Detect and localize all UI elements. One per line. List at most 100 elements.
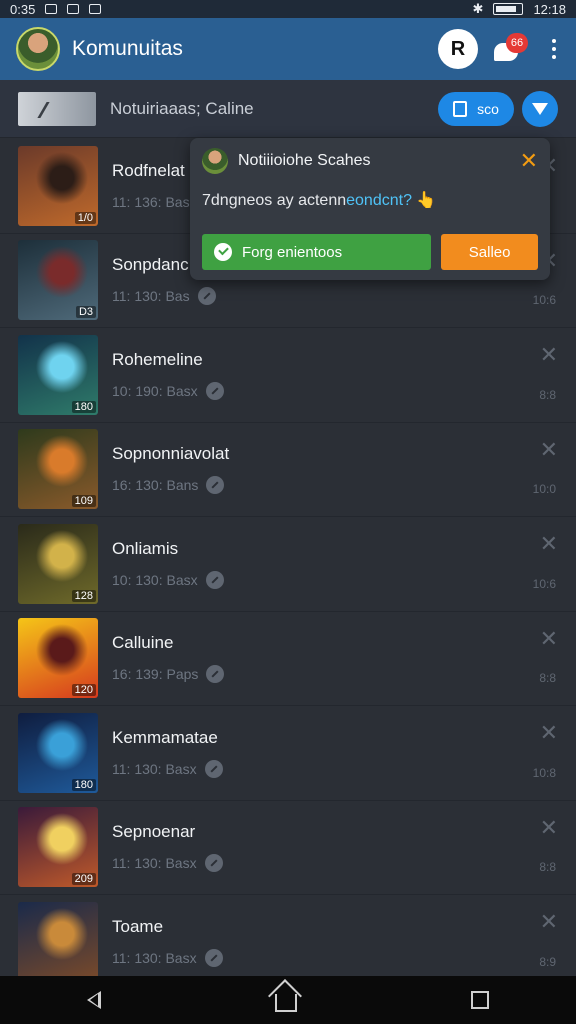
recent-apps-icon[interactable]: [471, 991, 489, 1009]
item-meta-text: 11: 130: Bas: [112, 288, 190, 305]
link-icon: [205, 570, 224, 589]
game-thumbnail: 120: [18, 618, 98, 699]
filter-button[interactable]: [522, 90, 558, 127]
popup-header: Notiiioiohe Scahes ✕: [202, 148, 538, 174]
notification-popup: Notiiioiohe Scahes ✕ 7dngneos ay actenne…: [190, 138, 550, 280]
link-icon: [197, 287, 216, 306]
item-text: Kemmamatae 11: 130: Basx: [112, 728, 576, 778]
thumbnail-badge: 180: [71, 400, 96, 413]
item-time: 10:8: [532, 765, 556, 780]
game-thumbnail: 109: [18, 429, 98, 510]
game-thumbnail: 209: [18, 807, 98, 888]
item-name: Kemmamatae: [112, 727, 218, 747]
list-item[interactable]: 120 Calluine 16: 139: Paps ✕ 8:8: [0, 612, 576, 706]
check-icon: [214, 243, 232, 261]
item-meta: 11: 130: Bas: [112, 287, 576, 306]
dismiss-icon[interactable]: ✕: [540, 344, 558, 366]
document-icon: [453, 100, 468, 117]
item-meta-text: 16: 139: Paps: [112, 666, 199, 683]
popup-message-suffix: 👆: [411, 192, 437, 209]
item-text: Calluine 16: 139: Paps: [112, 633, 576, 684]
link-icon: [206, 665, 225, 684]
popup-message-highlight[interactable]: eondcnt?: [346, 192, 412, 209]
item-name: Onliamis: [112, 538, 179, 558]
navigation-bar: [0, 976, 576, 1024]
link-icon: [204, 854, 223, 873]
list-item[interactable]: 180 Rohemeline 10: 190: Basx ✕ 8:8: [0, 328, 576, 423]
calendar-icon: [67, 4, 80, 14]
item-meta: 10: 130: Basx: [112, 570, 576, 589]
chat-button[interactable]: 66: [494, 33, 528, 65]
image-icon: [89, 4, 102, 14]
item-time: 10:6: [532, 293, 556, 307]
list-item[interactable]: 128 Onliamis 10: 130: Basx ✕ 10:6: [0, 517, 576, 612]
item-time: 8:8: [539, 671, 556, 685]
item-meta: 16: 139: Paps: [112, 665, 576, 684]
item-meta: 10: 190: Basx: [112, 381, 576, 400]
sub-header-title: Notuiriaaas; Caline: [110, 98, 254, 118]
item-meta-text: 16: 130: Bans: [112, 477, 199, 494]
item-text: Toame 11: 130: Basx: [112, 917, 576, 967]
popup-message: 7dngneos ay actenneondcnt? 👆: [202, 190, 538, 210]
status-right: ✱ 12:18: [473, 1, 566, 17]
page-title: Komunuitas: [72, 37, 183, 60]
thumbnail-badge: 120: [71, 684, 96, 697]
avatar[interactable]: [16, 27, 60, 71]
item-meta-text: 10: 130: Basx: [112, 571, 198, 588]
list-item[interactable]: 209 Sepnoenar 11: 130: Basx ✕ 8:8: [0, 801, 576, 895]
item-name: Rohemeline: [112, 349, 203, 369]
sub-header: Notuiriaaas; Caline sco: [0, 80, 576, 138]
back-icon[interactable]: [87, 991, 101, 1009]
item-name: Toame: [112, 916, 164, 936]
dismiss-icon[interactable]: ✕: [540, 722, 558, 744]
game-thumbnail: 180: [18, 712, 98, 793]
game-thumbnail: 180: [18, 334, 98, 415]
item-text: Rohemeline 10: 190: Basx: [112, 350, 576, 400]
battery-icon: [493, 3, 524, 15]
dismiss-icon[interactable]: ✕: [540, 627, 558, 650]
secondary-action-button[interactable]: Salleo: [441, 234, 538, 270]
game-thumbnail: [18, 901, 98, 982]
item-time: 8:8: [539, 387, 556, 402]
sub-header-button[interactable]: sco: [438, 91, 514, 126]
list-item[interactable]: 180 Kemmamatae 11: 130: Basx ✕ 10:8: [0, 706, 576, 801]
status-time-left: 0:35: [10, 1, 36, 17]
thumbnail-badge: 1/0: [74, 211, 96, 224]
item-meta-text: 11: 136: Bas: [112, 193, 190, 210]
popup-message-prefix: 7dngneos ay actenn: [202, 192, 347, 209]
close-icon[interactable]: ✕: [520, 148, 538, 174]
dismiss-icon[interactable]: ✕: [540, 533, 558, 555]
game-thumbnail: 128: [18, 523, 98, 604]
item-meta: 16: 130: Bans: [112, 476, 576, 495]
item-text: Sopnonniavolat 16: 130: Bans: [112, 444, 576, 495]
dismiss-icon[interactable]: ✕: [540, 816, 558, 839]
item-text: Onliamis 10: 130: Basx: [112, 539, 576, 589]
dismiss-icon[interactable]: ✕: [540, 438, 558, 461]
status-left: 0:35: [10, 1, 102, 17]
gallery-icon: [45, 4, 58, 14]
list-item[interactable]: 109 Sopnonniavolat 16: 130: Bans ✕ 10:0: [0, 423, 576, 517]
banner-image[interactable]: [18, 91, 96, 126]
profile-button[interactable]: R: [438, 29, 478, 69]
home-icon[interactable]: [275, 994, 297, 1012]
game-thumbnail: D3: [18, 240, 98, 321]
item-time: 10:6: [532, 576, 556, 591]
thumbnail-badge: 180: [71, 778, 96, 791]
item-name: Sopnonniavolat: [112, 444, 230, 464]
app-header: Komunuitas R 66: [0, 18, 576, 80]
status-bar: 0:35 ✱ 12:18: [0, 0, 576, 18]
item-meta: 11: 130: Basx: [112, 854, 576, 873]
dismiss-icon[interactable]: ✕: [540, 911, 558, 933]
sub-header-button-label: sco: [477, 100, 499, 117]
item-meta-text: 11: 130: Basx: [112, 949, 197, 966]
game-thumbnail: 1/0: [18, 145, 98, 226]
more-menu-icon[interactable]: [548, 39, 560, 59]
thumbnail-badge: 109: [71, 495, 96, 508]
item-meta-text: 10: 190: Basx: [112, 382, 198, 399]
item-meta-text: 11: 130: Basx: [112, 855, 197, 872]
item-time: 10:0: [532, 482, 556, 496]
link-icon: [206, 476, 225, 495]
link-icon: [205, 381, 224, 400]
primary-action-button[interactable]: Forg enientoos: [202, 234, 432, 270]
thumbnail-badge: D3: [75, 306, 96, 319]
